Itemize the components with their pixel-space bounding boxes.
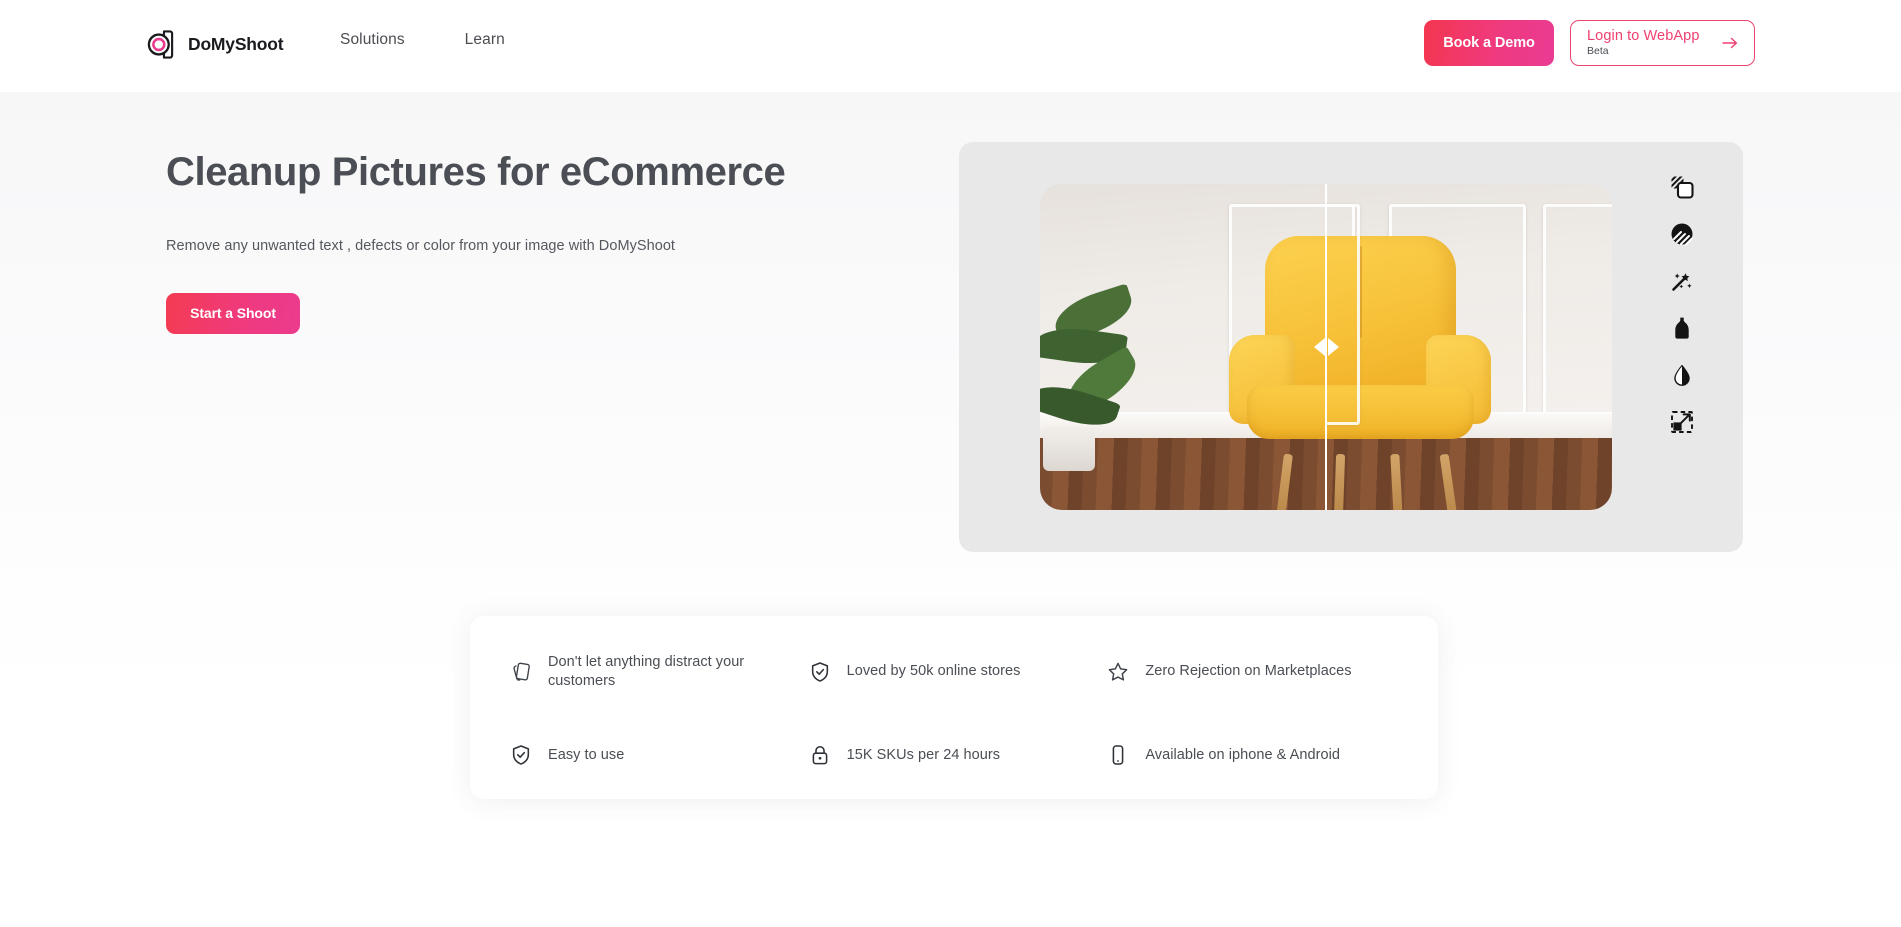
nav-link-solutions[interactable]: Solutions — [340, 31, 405, 49]
cards-stack-icon — [510, 661, 532, 683]
site-header: DoMyShoot Solutions Learn Book a Demo Lo… — [0, 0, 1901, 92]
feature-item: Easy to use — [510, 742, 801, 769]
landing-page: DoMyShoot Solutions Learn Book a Demo Lo… — [0, 0, 1901, 927]
login-button-texts: Login to WebApp Beta — [1587, 27, 1700, 57]
hero-media-panel — [959, 142, 1743, 552]
camera-aperture-icon — [147, 30, 174, 59]
feature-item: Loved by 50k online stores — [809, 650, 1100, 694]
feature-label: Don't let anything distract your custome… — [548, 653, 745, 689]
nav-link-learn[interactable]: Learn — [465, 31, 505, 49]
resize-expand-icon[interactable] — [1669, 409, 1695, 435]
background-remove-icon[interactable] — [1669, 174, 1695, 200]
star-icon — [1107, 661, 1129, 683]
feature-item: 15K SKUs per 24 hours — [809, 742, 1100, 769]
brand-logo[interactable]: DoMyShoot — [146, 28, 284, 61]
plant-pot — [1042, 427, 1096, 472]
shield-check-icon — [809, 661, 831, 683]
editing-tool-rail — [1669, 174, 1695, 435]
wall-moulding-panel — [1326, 203, 1361, 426]
chevron-right-icon — [1327, 338, 1339, 356]
potted-plant — [1040, 283, 1166, 472]
chevron-left-icon — [1313, 338, 1325, 356]
book-a-demo-button[interactable]: Book a Demo — [1424, 20, 1554, 66]
feature-label: Available on iphone & Android — [1145, 746, 1340, 763]
hero-subtitle: Remove any unwanted text , defects or co… — [166, 237, 676, 254]
shield-check-icon — [510, 744, 532, 766]
smartphone-icon — [1107, 744, 1129, 766]
login-to-webapp-button[interactable]: Login to WebApp Beta — [1570, 20, 1755, 66]
feature-item: Available on iphone & Android — [1107, 742, 1398, 769]
feature-label: Easy to use — [548, 746, 625, 763]
login-button-label: Login to WebApp — [1587, 27, 1700, 44]
shade-circle-icon[interactable] — [1669, 221, 1695, 247]
login-button-beta-badge: Beta — [1587, 44, 1609, 57]
hero-title: Cleanup Pictures for eCommerce — [166, 150, 786, 194]
hero-section: Cleanup Pictures for eCommerce Remove an… — [166, 150, 926, 334]
before-after-comparison[interactable] — [1040, 184, 1612, 510]
feature-item: Don't let anything distract your custome… — [510, 650, 801, 694]
features-card: Don't let anything distract your custome… — [470, 616, 1438, 799]
features-grid: Don't let anything distract your custome… — [510, 650, 1398, 769]
feature-item: Zero Rejection on Marketplaces — [1107, 650, 1398, 694]
primary-nav: Solutions Learn — [340, 31, 505, 49]
feature-label: 15K SKUs per 24 hours — [846, 746, 1001, 763]
start-a-shoot-button[interactable]: Start a Shoot — [166, 292, 300, 334]
water-drop-icon[interactable] — [1669, 362, 1695, 388]
brand-name: DoMyShoot — [188, 34, 284, 54]
header-actions: Book a Demo Login to WebApp Beta — [1424, 20, 1755, 66]
feature-label: Zero Rejection on Marketplaces — [1145, 663, 1352, 680]
after-image — [1326, 184, 1612, 510]
magic-wand-icon[interactable] — [1669, 268, 1695, 294]
compare-slider-handle-icon[interactable] — [1309, 334, 1343, 360]
mannequin-icon[interactable] — [1669, 315, 1695, 341]
lock-icon — [809, 744, 831, 766]
arrow-right-icon — [1722, 37, 1738, 49]
feature-label: Loved by 50k online stores — [846, 663, 1021, 680]
